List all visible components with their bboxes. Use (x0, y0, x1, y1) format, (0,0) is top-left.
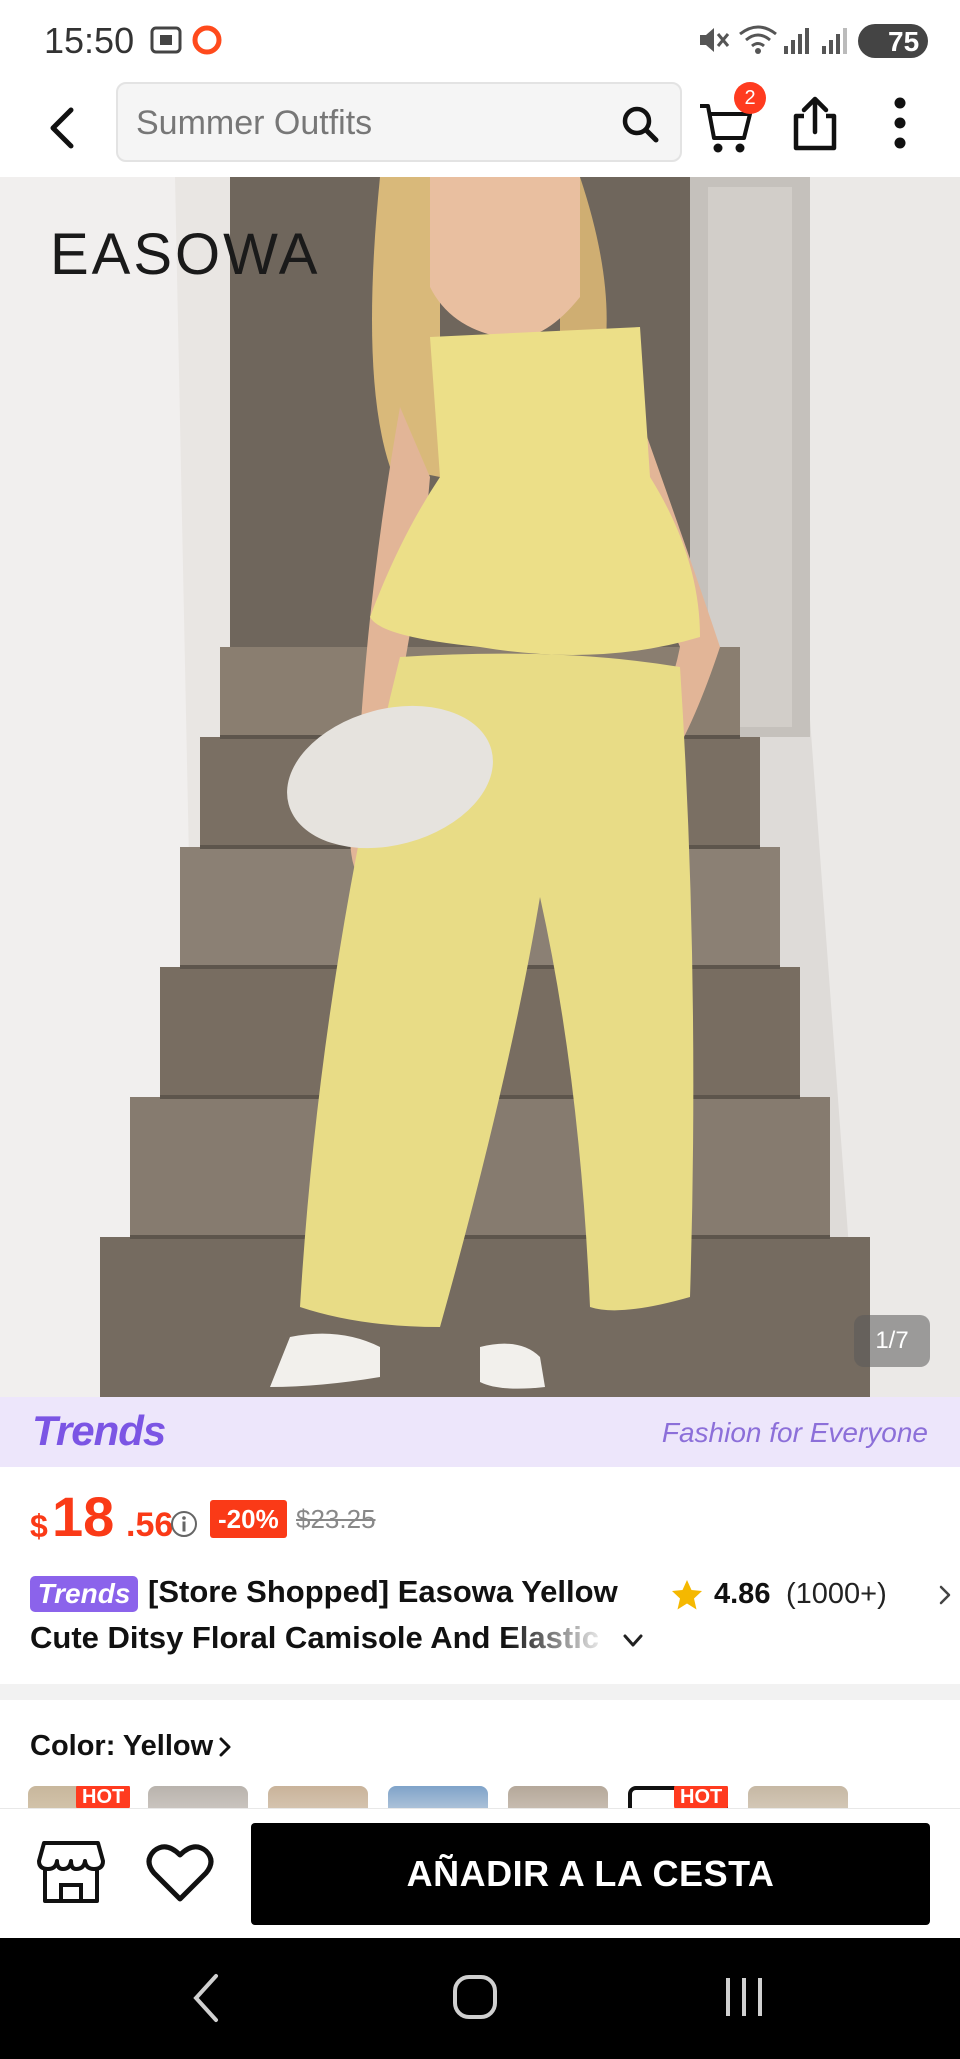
signal-icon (822, 28, 847, 54)
price-row: $ 18 .56 -20% $23.25 (30, 1484, 930, 1548)
trends-tag: Trends (30, 1576, 138, 1612)
star-icon (672, 1580, 702, 1610)
record-icon (192, 25, 222, 55)
nav-home-icon[interactable] (452, 1972, 498, 2022)
store-button[interactable] (36, 1839, 106, 1905)
color-swatch[interactable] (268, 1786, 368, 1808)
rating-score: 4.86 (714, 1578, 771, 1610)
nav-recents-icon[interactable] (722, 1974, 768, 2020)
product-image-carousel[interactable]: EASOWA 1/7 (0, 177, 960, 1397)
trends-tagline: Fashion for Everyone (661, 1417, 928, 1448)
color-swatch[interactable] (508, 1786, 608, 1808)
search-input[interactable]: Summer Outfits (116, 82, 682, 162)
add-to-cart-button[interactable]: AÑADIR A LA CESTA (251, 1823, 930, 1925)
chevron-down-icon[interactable] (620, 1628, 646, 1654)
cart-button[interactable]: 2 (698, 82, 766, 158)
share-button[interactable] (786, 90, 846, 154)
info-icon[interactable] (170, 1510, 198, 1538)
more-options-button[interactable] (878, 90, 922, 154)
bottom-action-bar: AÑADIR A LA CESTA (0, 1808, 960, 1938)
share-icon (793, 96, 837, 151)
trends-banner[interactable]: Trends Fashion for Everyone (0, 1397, 960, 1467)
heart-icon (146, 1844, 214, 1902)
rating-count: (1000+) (786, 1578, 887, 1610)
image-counter: 1/7 (854, 1315, 930, 1367)
price-decimal: .56 (126, 1506, 174, 1544)
trends-logo: Trends (32, 1407, 166, 1454)
status-time: 15:50 (44, 20, 135, 61)
more-vertical-icon (894, 97, 906, 149)
signal-icon (784, 28, 809, 54)
color-swatch[interactable] (388, 1786, 488, 1808)
hot-badge: HOT (674, 1786, 729, 1808)
hot-badge: HOT (76, 1786, 131, 1808)
product-title-line2: Cute Ditsy Floral Camisole And Elastic (30, 1620, 600, 1655)
app-bar: Summer Outfits 2 (0, 80, 960, 176)
product-title-section[interactable]: Trends [Store Shopped] Easowa Yellow Cut… (30, 1570, 951, 1670)
back-arrow-icon (50, 107, 74, 149)
search-icon[interactable] (620, 104, 660, 144)
color-swatches: HOT HOT (28, 1786, 932, 1808)
chevron-right-icon[interactable] (214, 1736, 236, 1758)
product-photo (0, 177, 960, 1397)
status-bar: 15:50 75 (0, 0, 960, 80)
original-price: $23.25 (296, 1504, 376, 1534)
mute-icon (700, 28, 730, 52)
color-swatch[interactable] (148, 1786, 248, 1808)
price-currency: $ (30, 1508, 48, 1544)
cart-badge: 2 (734, 82, 766, 114)
discount-badge: -20% (210, 1500, 287, 1538)
wishlist-button[interactable] (146, 1841, 214, 1903)
battery-level: 75 (888, 26, 920, 57)
screenshot-icon (150, 26, 182, 54)
system-nav-bar (0, 1938, 960, 2059)
product-title-line1: [Store Shopped] Easowa Yellow (148, 1574, 618, 1609)
store-icon (37, 1841, 105, 1903)
chevron-right-icon (939, 1585, 951, 1605)
section-divider (0, 1684, 960, 1700)
price-integer: 18 (52, 1485, 115, 1548)
color-swatch[interactable] (748, 1786, 848, 1808)
back-button[interactable] (30, 94, 94, 162)
wifi-icon (739, 25, 777, 54)
battery-icon: 75 (858, 24, 928, 58)
search-placeholder: Summer Outfits (136, 104, 373, 142)
brand-logo: EASOWA (50, 222, 321, 287)
nav-back-icon[interactable] (186, 1972, 226, 2024)
color-label[interactable]: Color: Yellow (30, 1730, 213, 1763)
rating-summary[interactable]: 4.86 (1000+) (670, 1576, 960, 1616)
